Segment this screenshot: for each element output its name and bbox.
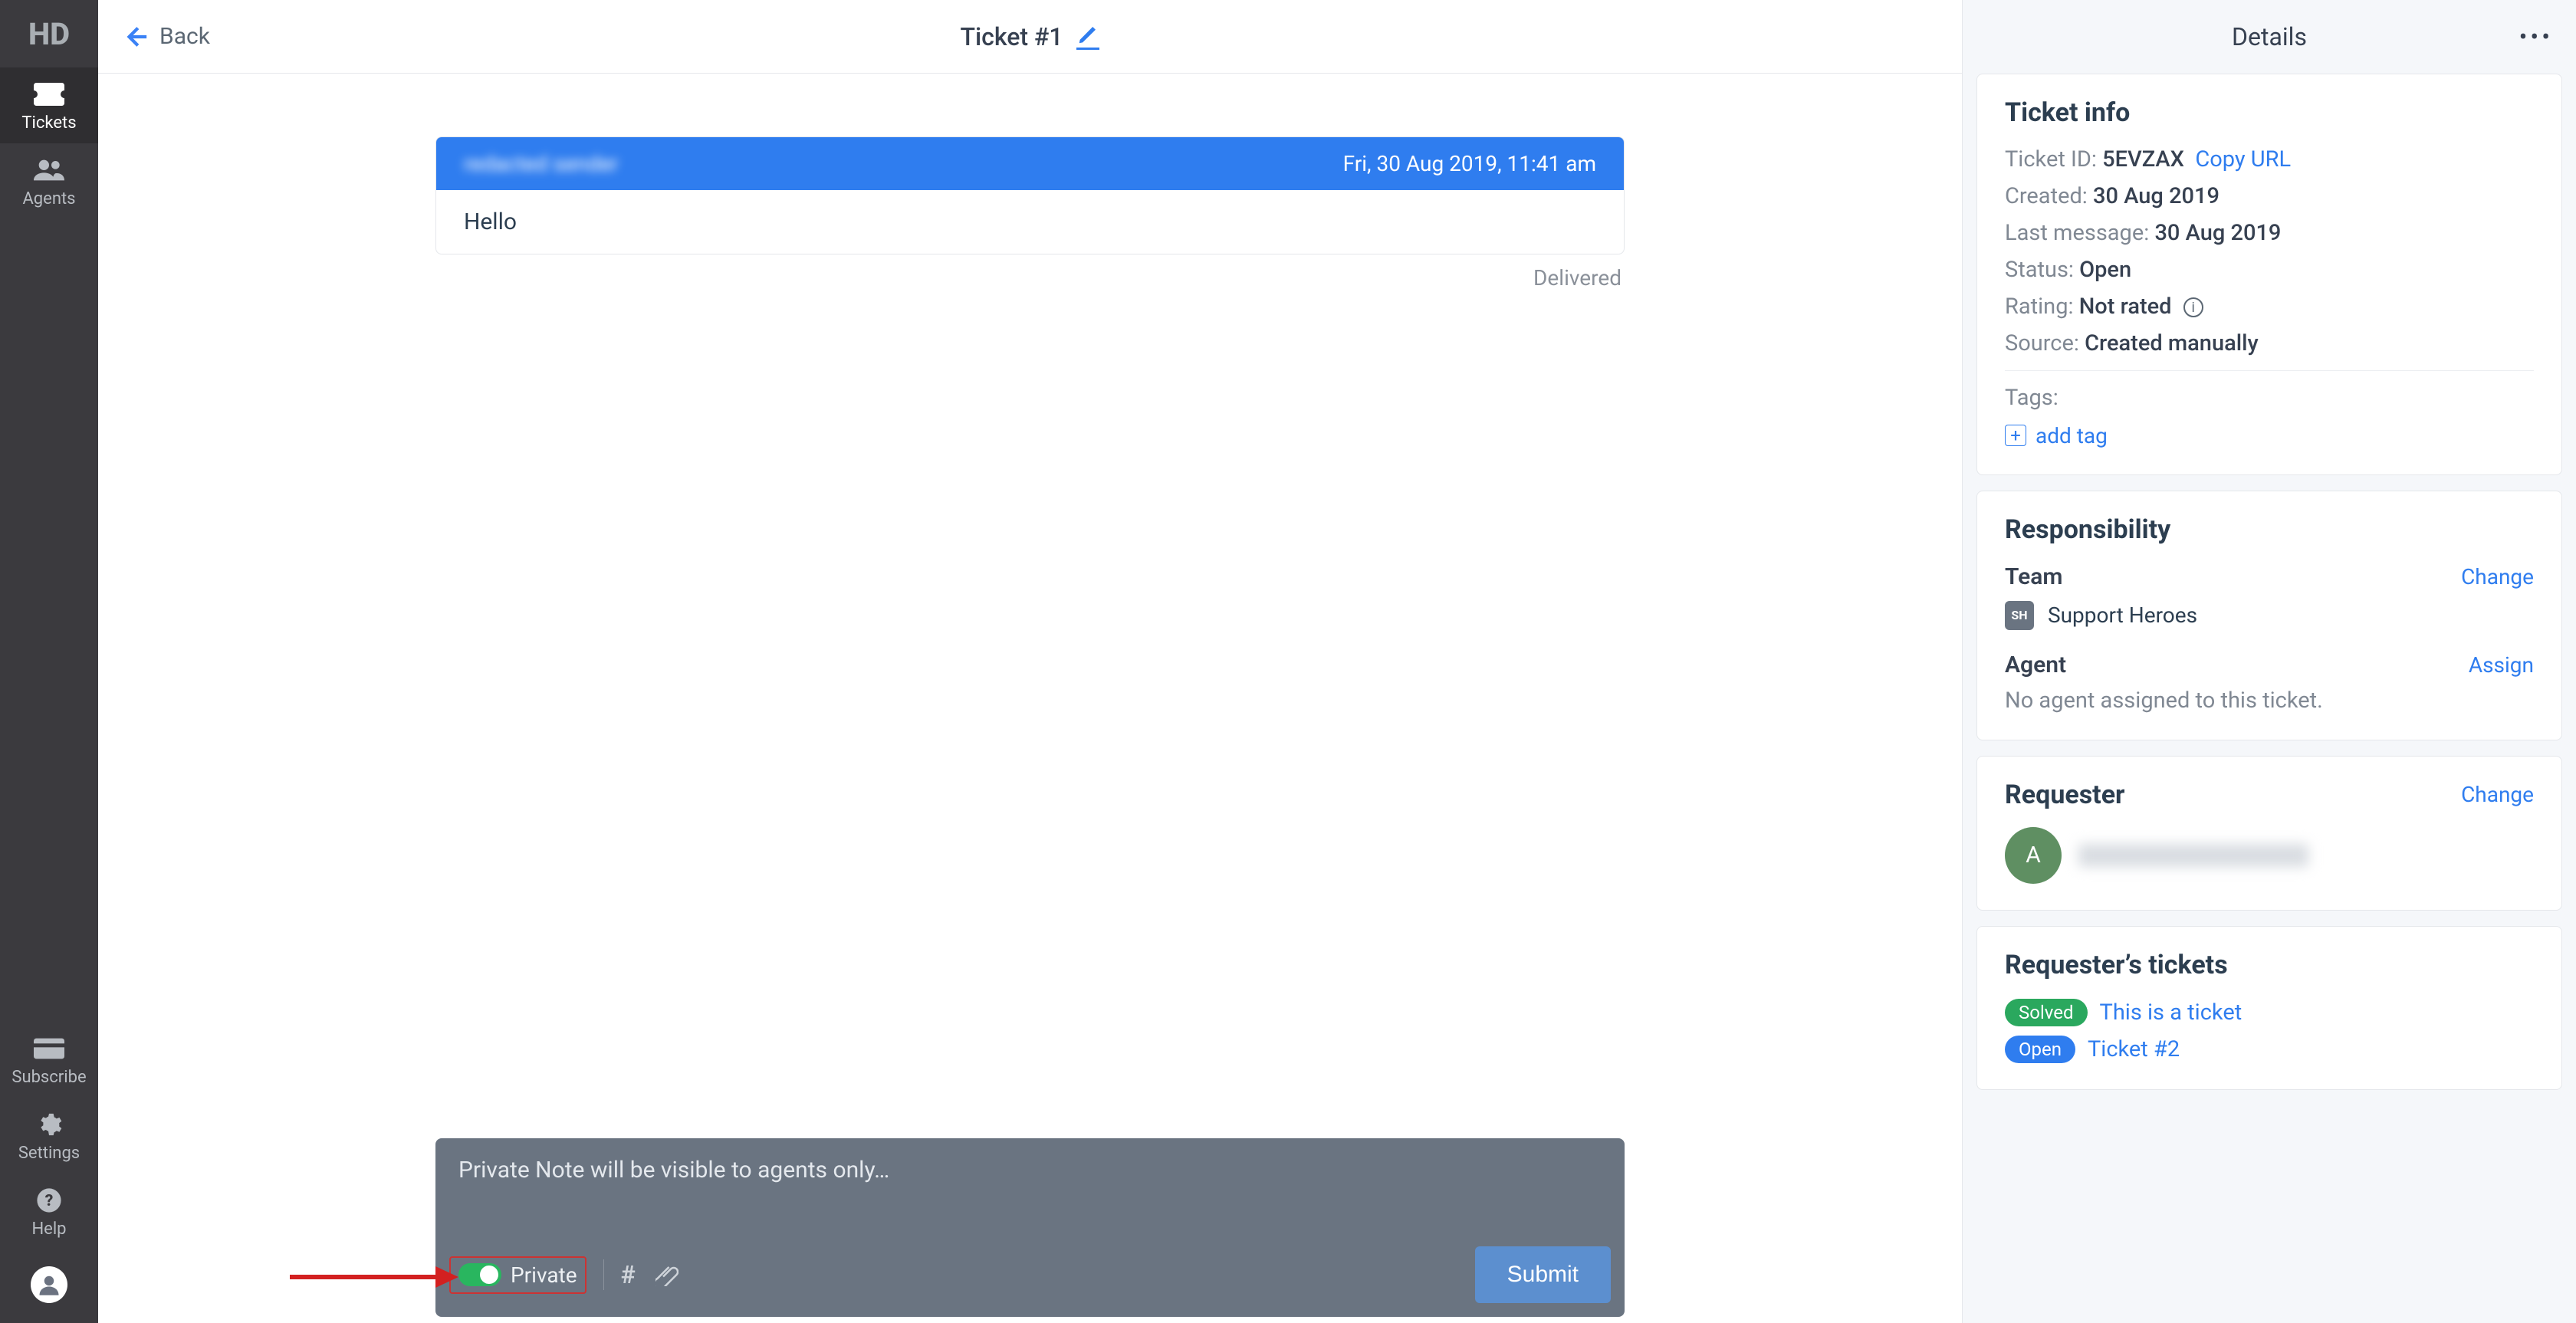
related-ticket-row: Solved This is a ticket (2005, 999, 2534, 1026)
requester-tickets-heading: Requester’s tickets (2005, 950, 2534, 980)
ticket-info-heading: Ticket info (2005, 97, 2534, 128)
rating-label: Rating: (2005, 294, 2074, 320)
requester-card: Requester Change A (1976, 756, 2562, 911)
related-ticket-link[interactable]: Ticket #2 (2088, 1036, 2180, 1062)
delivery-status: Delivered (1533, 265, 1622, 291)
private-label: Private (511, 1262, 577, 1288)
attach-button[interactable] (656, 1263, 678, 1286)
last-message-value: 30 Aug 2019 (2154, 220, 2281, 246)
ticket-id-label: Ticket ID: (2005, 146, 2097, 172)
info-icon[interactable]: i (2183, 297, 2203, 317)
main-column: Back Ticket #1 redacted sender Fri, 30 A… (98, 0, 1963, 1323)
svg-text:?: ? (45, 1191, 54, 1210)
related-ticket-row: Open Ticket #2 (2005, 1036, 2534, 1063)
help-icon: ? (34, 1187, 64, 1213)
nav-settings-label: Settings (18, 1144, 80, 1163)
nav-help[interactable]: ? Help (0, 1174, 98, 1249)
topbar: Back Ticket #1 (98, 0, 1962, 74)
related-ticket-link[interactable]: This is a ticket (2100, 1000, 2242, 1026)
agent-assign-link[interactable]: Assign (2469, 652, 2534, 678)
message-timestamp: Fri, 30 Aug 2019, 11:41 am (1343, 151, 1596, 176)
agents-icon (34, 157, 64, 183)
gear-icon (34, 1111, 64, 1138)
team-change-link[interactable]: Change (2461, 564, 2534, 589)
message-sender: redacted sender (464, 151, 618, 176)
back-label: Back (159, 23, 210, 50)
created-label: Created: (2005, 183, 2088, 209)
private-toggle-group: Private (449, 1256, 586, 1294)
created-value: 30 Aug 2019 (2093, 183, 2220, 209)
source-label: Source: (2005, 330, 2079, 356)
ticket-info-card: Ticket info Ticket ID: 5EVZAX Copy URL C… (1976, 74, 2562, 475)
nav-agents[interactable]: Agents (0, 143, 98, 219)
team-name: Support Heroes (2048, 602, 2197, 628)
team-badge: SH (2005, 601, 2034, 630)
agent-label: Agent (2005, 652, 2066, 678)
nav-help-label: Help (31, 1220, 66, 1239)
status-label: Status: (2005, 257, 2074, 283)
requester-avatar: A (2005, 827, 2062, 884)
rating-value: Not rated (2079, 294, 2172, 320)
arrow-left-icon (123, 24, 149, 50)
responsibility-heading: Responsibility (2005, 514, 2534, 545)
submit-button[interactable]: Submit (1475, 1246, 1611, 1303)
back-button[interactable]: Back (123, 23, 210, 50)
composer-placeholder[interactable]: Private Note will be visible to agents o… (435, 1138, 1625, 1237)
requester-name-redacted (2078, 844, 2308, 867)
status-pill-open: Open (2005, 1036, 2075, 1063)
card-icon (34, 1036, 64, 1062)
details-header: Details ••• (1963, 0, 2576, 74)
details-title: Details (2232, 22, 2307, 51)
details-panel: Details ••• Ticket info Ticket ID: 5EVZA… (1963, 0, 2576, 1323)
current-user-avatar[interactable] (31, 1266, 67, 1303)
requester-heading: Requester (2005, 780, 2125, 810)
tags-label: Tags: (2005, 385, 2534, 411)
copy-url-link[interactable]: Copy URL (2195, 146, 2291, 172)
source-value: Created manually (2085, 330, 2259, 356)
requester-change-link[interactable]: Change (2461, 782, 2534, 807)
private-toggle[interactable] (458, 1263, 501, 1286)
last-message-label: Last message: (2005, 220, 2149, 246)
message-card: redacted sender Fri, 30 Aug 2019, 11:41 … (435, 136, 1625, 254)
ticket-icon (34, 81, 64, 107)
pencil-icon (1076, 23, 1099, 46)
plus-icon: + (2005, 425, 2026, 446)
app-logo: HD (0, 0, 98, 67)
side-nav: HD Tickets Agents Subscribe Settings ? H… (0, 0, 98, 1323)
reply-composer: Private Note will be visible to agents o… (435, 1138, 1625, 1317)
message-body: Hello (436, 190, 1624, 254)
annotation-arrow (290, 1254, 458, 1300)
status-pill-solved: Solved (2005, 999, 2088, 1026)
nav-tickets[interactable]: Tickets (0, 67, 98, 143)
add-tag-button[interactable]: + add tag (2005, 423, 2108, 448)
nav-subscribe[interactable]: Subscribe (0, 1022, 98, 1098)
status-value: Open (2079, 257, 2131, 283)
requester-tickets-card: Requester’s tickets Solved This is a tic… (1976, 926, 2562, 1090)
details-menu-button[interactable]: ••• (2519, 22, 2553, 51)
nav-agents-label: Agents (22, 189, 75, 208)
team-label: Team (2005, 563, 2062, 590)
page-title: Ticket #1 (961, 22, 1063, 51)
person-icon (38, 1273, 61, 1296)
agent-none-text: No agent assigned to this ticket. (2005, 688, 2534, 714)
hashtag-button[interactable]: # (621, 1260, 636, 1289)
nav-subscribe-label: Subscribe (12, 1068, 86, 1087)
add-tag-label: add tag (2036, 423, 2108, 448)
nav-settings[interactable]: Settings (0, 1098, 98, 1174)
edit-title-button[interactable] (1076, 23, 1099, 50)
ticket-id-value: 5EVZAX (2102, 146, 2184, 172)
nav-tickets-label: Tickets (21, 113, 76, 133)
responsibility-card: Responsibility Team Change SH Support He… (1976, 491, 2562, 740)
paperclip-icon (656, 1263, 678, 1286)
